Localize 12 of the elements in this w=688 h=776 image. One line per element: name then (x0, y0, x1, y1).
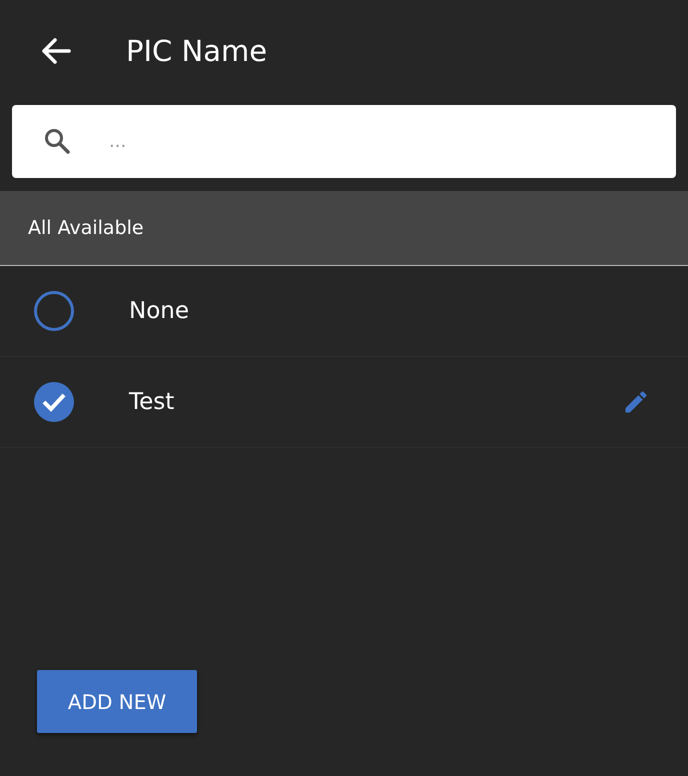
section-label: All Available (28, 217, 144, 239)
radio-icon[interactable] (33, 290, 75, 332)
search-icon (43, 127, 71, 155)
option-row[interactable]: None (0, 266, 688, 357)
option-row[interactable]: Test (0, 357, 688, 448)
add-new-button[interactable]: ADD NEW (37, 670, 197, 733)
option-label: Test (129, 389, 176, 415)
checked-radio-icon[interactable] (33, 381, 75, 423)
page-title: PIC Name (126, 34, 268, 68)
back-arrow-icon[interactable] (40, 36, 72, 64)
option-label: None (129, 298, 190, 324)
search-field[interactable]: ... (12, 105, 676, 178)
